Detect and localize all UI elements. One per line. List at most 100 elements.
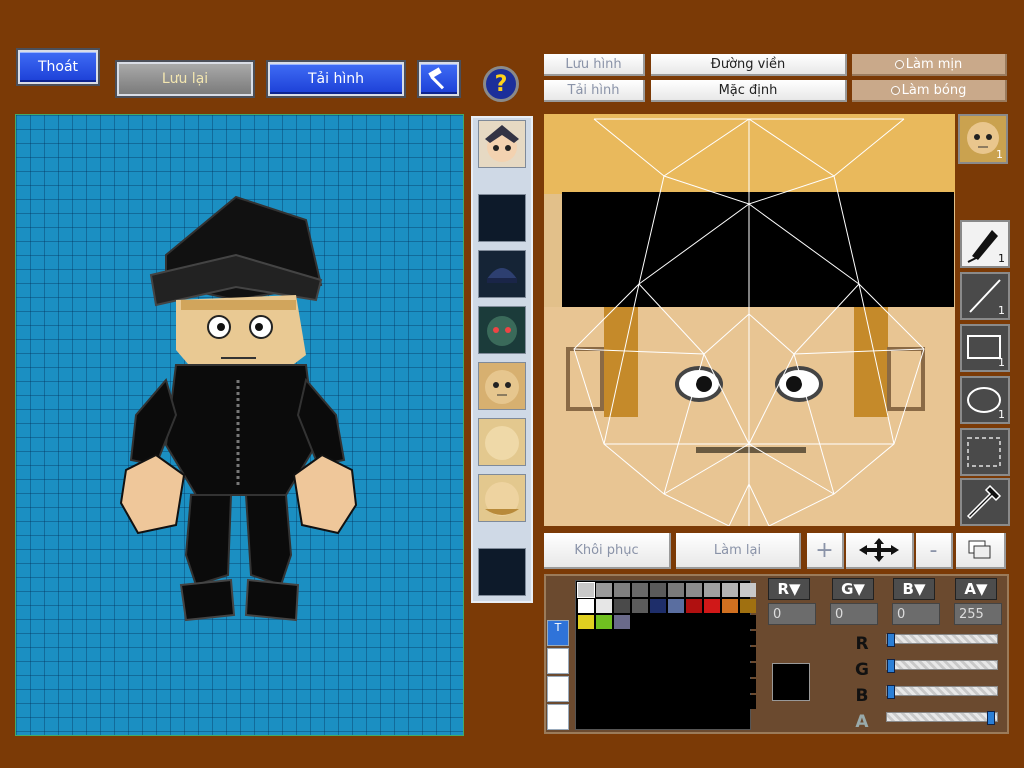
color-swatch[interactable] xyxy=(596,679,612,693)
zoom-in-button[interactable]: + xyxy=(807,533,844,569)
color-swatch[interactable] xyxy=(722,615,738,629)
color-swatch[interactable] xyxy=(722,695,738,709)
color-swatch[interactable] xyxy=(614,663,630,677)
green-slider-handle[interactable] xyxy=(887,659,895,673)
smooth-radio[interactable] xyxy=(894,59,904,69)
character-preview[interactable] xyxy=(15,114,464,736)
color-swatch[interactable] xyxy=(704,599,720,613)
texture-editor[interactable] xyxy=(544,114,955,526)
color-swatch[interactable] xyxy=(596,695,612,709)
color-swatch[interactable] xyxy=(668,583,684,597)
color-swatch[interactable] xyxy=(614,631,630,645)
color-swatch[interactable] xyxy=(686,615,702,629)
color-swatch[interactable] xyxy=(614,679,630,693)
color-swatch[interactable] xyxy=(632,583,648,597)
color-swatch[interactable] xyxy=(704,631,720,645)
selection-tool[interactable] xyxy=(960,428,1010,476)
color-swatch[interactable] xyxy=(650,695,666,709)
color-swatch[interactable] xyxy=(578,663,594,677)
color-swatch[interactable] xyxy=(578,631,594,645)
alpha-channel-dropdown[interactable]: A ▼ xyxy=(955,578,997,600)
color-swatch[interactable] xyxy=(704,583,720,597)
blue-slider-handle[interactable] xyxy=(887,685,895,699)
color-swatch[interactable] xyxy=(740,679,756,693)
part-empty-slot-1[interactable] xyxy=(478,194,526,242)
color-swatch[interactable] xyxy=(650,615,666,629)
pen-tool[interactable]: 1 xyxy=(960,220,1010,268)
color-swatch[interactable] xyxy=(722,583,738,597)
color-swatch[interactable] xyxy=(740,583,756,597)
color-swatch[interactable] xyxy=(668,615,684,629)
blue-channel-dropdown[interactable]: B ▼ xyxy=(893,578,935,600)
red-channel-dropdown[interactable]: R ▼ xyxy=(768,578,810,600)
color-swatch[interactable] xyxy=(686,583,702,597)
red-value-field[interactable]: 0 xyxy=(768,603,816,625)
color-swatch[interactable] xyxy=(686,663,702,677)
red-slider[interactable] xyxy=(886,633,998,647)
shade-radio[interactable] xyxy=(890,85,900,95)
color-swatch[interactable] xyxy=(650,679,666,693)
zoom-out-button[interactable]: - xyxy=(916,533,953,569)
green-channel-dropdown[interactable]: G ▼ xyxy=(832,578,874,600)
color-swatch[interactable] xyxy=(614,599,630,613)
color-swatch[interactable] xyxy=(632,663,648,677)
color-swatch[interactable] xyxy=(704,647,720,661)
color-swatch[interactable] xyxy=(686,695,702,709)
load-button[interactable]: Tải hình xyxy=(266,60,406,98)
color-swatch[interactable] xyxy=(596,583,612,597)
part-character-thumb[interactable] xyxy=(478,120,526,168)
help-button[interactable]: ? xyxy=(483,66,519,102)
red-slider-handle[interactable] xyxy=(887,633,895,647)
color-swatch[interactable] xyxy=(650,599,666,613)
color-swatch[interactable] xyxy=(614,615,630,629)
color-swatch[interactable] xyxy=(596,647,612,661)
color-swatch[interactable] xyxy=(578,647,594,661)
color-swatch[interactable] xyxy=(740,695,756,709)
part-face-thumb-1[interactable] xyxy=(478,362,526,410)
color-swatch[interactable] xyxy=(632,615,648,629)
palette-tab-1[interactable]: T xyxy=(547,620,569,646)
color-swatch[interactable] xyxy=(578,695,594,709)
color-swatch[interactable] xyxy=(596,631,612,645)
color-swatch[interactable] xyxy=(722,663,738,677)
color-swatch[interactable] xyxy=(578,615,594,629)
part-mask-thumb[interactable] xyxy=(478,306,526,354)
color-swatch[interactable] xyxy=(632,695,648,709)
color-swatch[interactable] xyxy=(704,679,720,693)
color-swatch[interactable] xyxy=(704,695,720,709)
color-swatch[interactable] xyxy=(650,583,666,597)
alpha-slider-handle[interactable] xyxy=(987,711,995,725)
move-button[interactable] xyxy=(846,533,914,569)
color-swatch[interactable] xyxy=(722,599,738,613)
color-swatch[interactable] xyxy=(632,647,648,661)
color-swatch[interactable] xyxy=(722,631,738,645)
palette-tab-3[interactable] xyxy=(547,676,569,702)
blue-slider[interactable] xyxy=(886,685,998,699)
save-button[interactable]: Lưu lại xyxy=(115,60,255,98)
color-swatch[interactable] xyxy=(668,599,684,613)
ellipse-tool[interactable]: 1 xyxy=(960,376,1010,424)
color-swatch[interactable] xyxy=(668,663,684,677)
color-swatch[interactable] xyxy=(704,663,720,677)
default-button[interactable]: Mặc định xyxy=(651,80,847,102)
color-swatch[interactable] xyxy=(686,647,702,661)
alpha-value-field[interactable]: 255 xyxy=(954,603,1002,625)
part-hat-thumb[interactable] xyxy=(478,250,526,298)
rectangle-tool[interactable]: 1 xyxy=(960,324,1010,372)
green-value-field[interactable]: 0 xyxy=(830,603,878,625)
color-swatch[interactable] xyxy=(614,583,630,597)
color-swatch-grid[interactable] xyxy=(575,580,756,730)
redo-button[interactable]: Làm lại xyxy=(676,533,801,569)
outline-button[interactable]: Đường viền xyxy=(651,54,847,76)
color-swatch[interactable] xyxy=(686,679,702,693)
eyedropper-tool[interactable] xyxy=(960,478,1010,526)
color-swatch[interactable] xyxy=(686,599,702,613)
color-swatch[interactable] xyxy=(668,647,684,661)
color-swatch[interactable] xyxy=(704,615,720,629)
color-swatch[interactable] xyxy=(740,631,756,645)
exit-button[interactable]: Thoát xyxy=(16,48,100,86)
line-tool[interactable]: 1 xyxy=(960,272,1010,320)
blue-value-field[interactable]: 0 xyxy=(892,603,940,625)
color-swatch[interactable] xyxy=(668,695,684,709)
alpha-slider[interactable] xyxy=(886,711,998,725)
